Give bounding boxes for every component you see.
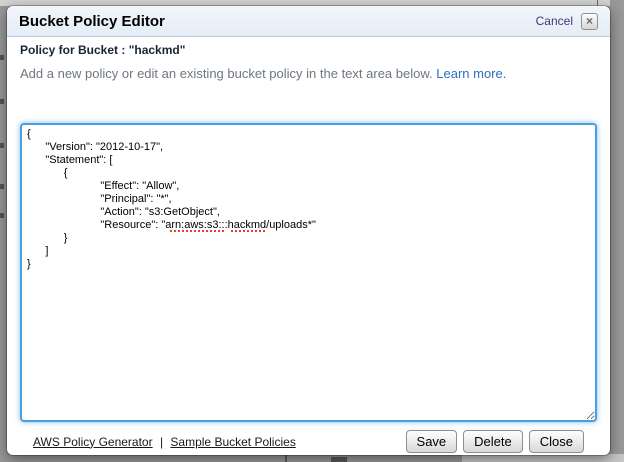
- learn-more-link[interactable]: Learn more.: [436, 66, 506, 81]
- background-page-text-fragment: [0, 213, 4, 218]
- dialog-footer: AWS Policy Generator | Sample Bucket Pol…: [20, 430, 597, 453]
- background-page-text-fragment: [0, 99, 4, 104]
- bucket-policy-editor-dialog: Bucket Policy Editor Cancel × Policy for…: [7, 6, 610, 455]
- footer-links: AWS Policy Generator | Sample Bucket Pol…: [33, 435, 296, 449]
- save-button[interactable]: Save: [406, 430, 458, 453]
- dialog-body: Policy for Bucket : "hackmd" Add a new p…: [7, 37, 610, 453]
- sample-bucket-policies-link[interactable]: Sample Bucket Policies: [170, 435, 295, 449]
- aws-policy-generator-link[interactable]: AWS Policy Generator: [33, 435, 153, 449]
- close-button[interactable]: Close: [529, 430, 584, 453]
- dialog-header: Bucket Policy Editor Cancel ×: [7, 6, 610, 37]
- delete-button[interactable]: Delete: [463, 430, 523, 453]
- background-page-text-fragment: [0, 143, 4, 148]
- background-page-area: [462, 454, 624, 462]
- policy-for-bucket-label: Policy for Bucket : "hackmd": [20, 43, 597, 57]
- footer-buttons: Save Delete Close: [406, 430, 584, 453]
- description-label: Add a new policy or edit an existing buc…: [20, 66, 433, 81]
- background-page-text-fragment: [0, 184, 4, 189]
- background-page-divider: [285, 455, 287, 462]
- background-page-text-fragment: [331, 457, 347, 462]
- close-icon[interactable]: ×: [581, 13, 598, 30]
- policy-textarea[interactable]: { "Version": "2012-10-17", "Statement": …: [20, 123, 597, 422]
- policy-editor-area: { "Version": "2012-10-17", "Statement": …: [20, 123, 597, 422]
- description-text: Add a new policy or edit an existing buc…: [20, 66, 597, 81]
- dialog-title: Bucket Policy Editor: [19, 13, 536, 30]
- cancel-link[interactable]: Cancel: [536, 14, 573, 28]
- link-separator: |: [160, 435, 163, 449]
- background-page-text-fragment: [0, 55, 4, 60]
